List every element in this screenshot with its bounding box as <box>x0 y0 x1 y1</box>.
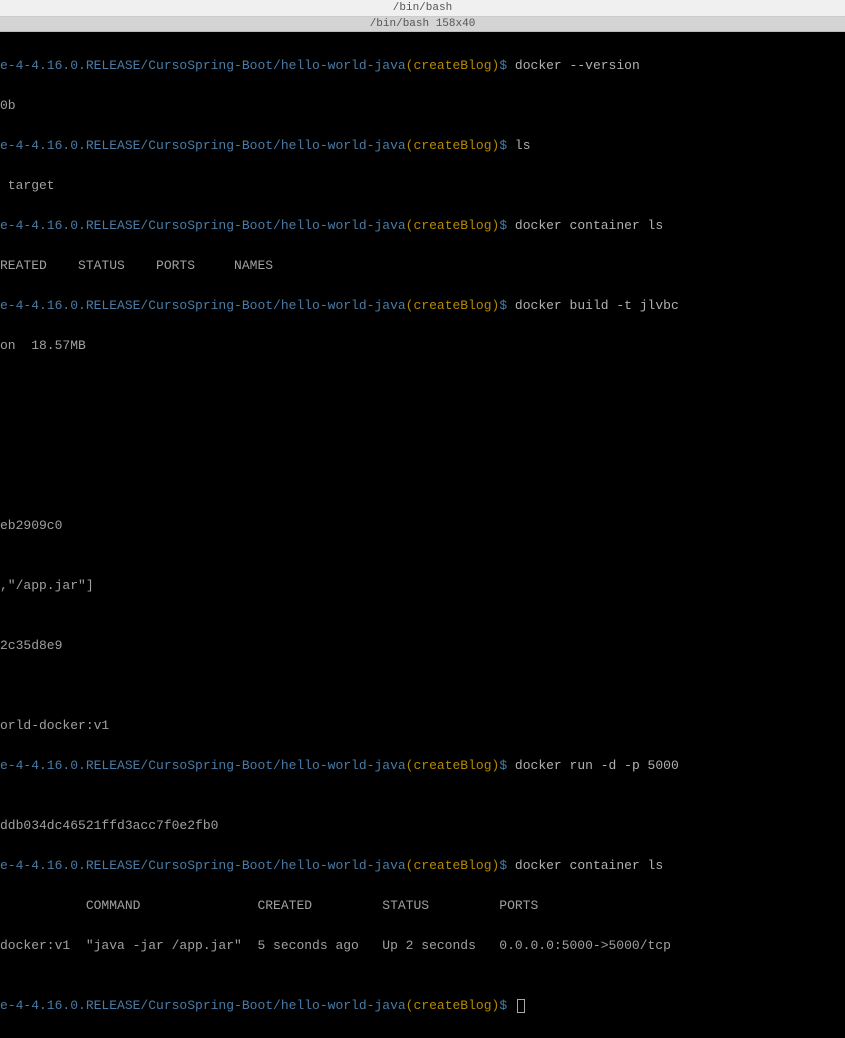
terminal-output: eb2909c0 <box>0 516 845 536</box>
prompt-dollar: $ <box>499 858 507 873</box>
prompt-branch-close: ) <box>492 998 500 1013</box>
prompt-branch-close: ) <box>492 858 500 873</box>
command-text: ls <box>507 138 530 153</box>
command-input[interactable] <box>507 998 515 1013</box>
prompt-path: e-4-4.16.0.RELEASE/CursoSpring-Boot/hell… <box>0 858 406 873</box>
window-title: /bin/bash <box>393 2 452 14</box>
terminal-area[interactable]: e-4-4.16.0.RELEASE/CursoSpring-Boot/hell… <box>0 32 845 1036</box>
command-text: docker container ls <box>507 858 663 873</box>
prompt-dollar: $ <box>499 298 507 313</box>
command-text: docker --version <box>507 58 640 73</box>
prompt-dollar: $ <box>499 218 507 233</box>
prompt-branch: createBlog <box>413 58 491 73</box>
prompt-path: e-4-4.16.0.RELEASE/CursoSpring-Boot/hell… <box>0 758 406 773</box>
window-title-bar: /bin/bash <box>0 0 845 17</box>
terminal-output: REATED STATUS PORTS NAMES <box>0 256 845 276</box>
terminal-line: e-4-4.16.0.RELEASE/CursoSpring-Boot/hell… <box>0 216 845 236</box>
prompt-path: e-4-4.16.0.RELEASE/CursoSpring-Boot/hell… <box>0 138 406 153</box>
terminal-output: orld-docker:v1 <box>0 716 845 736</box>
prompt-dollar: $ <box>499 138 507 153</box>
terminal-output: 2c35d8e9 <box>0 636 845 656</box>
prompt-path: e-4-4.16.0.RELEASE/CursoSpring-Boot/hell… <box>0 218 406 233</box>
window-subtitle-bar: /bin/bash 158x40 <box>0 17 845 32</box>
terminal-line: e-4-4.16.0.RELEASE/CursoSpring-Boot/hell… <box>0 856 845 876</box>
terminal-line: e-4-4.16.0.RELEASE/CursoSpring-Boot/hell… <box>0 56 845 76</box>
prompt-path: e-4-4.16.0.RELEASE/CursoSpring-Boot/hell… <box>0 58 406 73</box>
prompt-branch-open: ( <box>406 998 414 1013</box>
command-text: docker build -t jlvbc <box>507 298 679 313</box>
prompt-branch: createBlog <box>413 218 491 233</box>
prompt-branch-open: ( <box>406 758 414 773</box>
terminal-output: ddb034dc46521ffd3acc7f0e2fb0 <box>0 816 845 836</box>
terminal-output: on 18.57MB <box>0 336 845 356</box>
terminal-line: e-4-4.16.0.RELEASE/CursoSpring-Boot/hell… <box>0 296 845 316</box>
terminal-output: ,"/app.jar"] <box>0 576 845 596</box>
cursor-icon <box>517 999 525 1013</box>
prompt-branch: createBlog <box>413 758 491 773</box>
terminal-line: e-4-4.16.0.RELEASE/CursoSpring-Boot/hell… <box>0 756 845 776</box>
prompt-branch-open: ( <box>406 858 414 873</box>
prompt-branch: createBlog <box>413 998 491 1013</box>
terminal-line: e-4-4.16.0.RELEASE/CursoSpring-Boot/hell… <box>0 996 845 1016</box>
prompt-path: e-4-4.16.0.RELEASE/CursoSpring-Boot/hell… <box>0 998 406 1013</box>
terminal-output: 0b <box>0 96 845 116</box>
prompt-branch: createBlog <box>413 298 491 313</box>
terminal-line: e-4-4.16.0.RELEASE/CursoSpring-Boot/hell… <box>0 136 845 156</box>
prompt-branch-close: ) <box>492 758 500 773</box>
prompt-dollar: $ <box>499 758 507 773</box>
prompt-dollar: $ <box>499 998 507 1013</box>
window-subtitle: /bin/bash 158x40 <box>370 18 476 30</box>
prompt-branch: createBlog <box>413 138 491 153</box>
prompt-dollar: $ <box>499 58 507 73</box>
command-text: docker container ls <box>507 218 663 233</box>
terminal-output: docker:v1 "java -jar /app.jar" 5 seconds… <box>0 936 845 956</box>
terminal-output: COMMAND CREATED STATUS PORTS <box>0 896 845 916</box>
prompt-branch: createBlog <box>413 858 491 873</box>
command-text: docker run -d -p 5000 <box>507 758 679 773</box>
terminal-output: target <box>0 176 845 196</box>
prompt-path: e-4-4.16.0.RELEASE/CursoSpring-Boot/hell… <box>0 298 406 313</box>
